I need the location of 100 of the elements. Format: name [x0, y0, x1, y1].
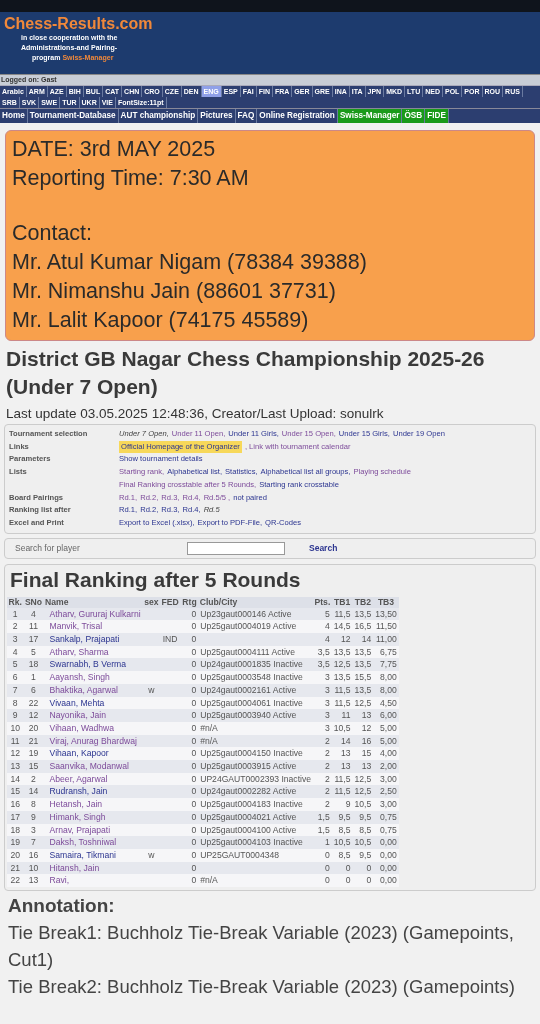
table-cell: 17 — [28, 634, 39, 645]
table-cell: 8 — [31, 799, 36, 810]
table-cell: 9,5 — [338, 811, 351, 822]
table-cell: 0 — [325, 850, 330, 860]
table-cell: 1 — [325, 837, 330, 848]
table-cell: #n/A — [200, 722, 218, 733]
table-cell: 10 — [10, 722, 20, 733]
table-cell: 21 — [10, 862, 20, 873]
table-cell: 12 — [340, 634, 351, 645]
table-cell: 0 — [325, 862, 330, 873]
table-cell: 3 — [325, 672, 330, 683]
table-cell: 0,00 — [380, 862, 397, 873]
ranking-title: Final Ranking after 5 Rounds — [10, 566, 302, 593]
table-cell: 0 — [191, 761, 197, 772]
table-cell: 20 — [28, 722, 39, 733]
table-cell: 14 — [28, 786, 39, 797]
table-cell: 4,00 — [380, 748, 397, 759]
contact-text: Mr. Lalit Kapoor (74175 45589) — [12, 307, 310, 334]
table-cell: 16 — [361, 735, 372, 746]
table-cell: 11,5 — [334, 773, 351, 784]
table-cell: 13 — [10, 761, 20, 772]
table-cell: 13 — [361, 710, 372, 721]
table-cell: 1,5 — [317, 824, 330, 835]
table-cell: 8 — [12, 697, 18, 708]
table-cell: 2 — [12, 621, 18, 632]
table-cell: 13 — [361, 761, 372, 772]
table-cell: 0 — [191, 786, 197, 797]
nav-link[interactable]: FIDE — [425, 109, 449, 123]
table-cell: 0 — [191, 850, 197, 860]
table-cell: 13,50 — [375, 608, 397, 619]
table-cell: w — [148, 684, 155, 695]
table-cell: 15 — [10, 786, 20, 797]
column-header: SNo — [23, 596, 44, 608]
table-cell: 2 — [325, 773, 330, 784]
table-cell: 13 — [340, 761, 351, 772]
search-field[interactable] — [187, 541, 285, 555]
table-cell: 5,00 — [380, 722, 397, 733]
column-header: TB3 — [373, 596, 399, 608]
table-cell: 9,5 — [359, 811, 372, 822]
table-cell: 4 — [12, 646, 18, 657]
nav-link[interactable]: Swiss-Manager — [337, 109, 403, 123]
table-cell: 17 — [10, 811, 20, 822]
table-cell: 0 — [191, 621, 197, 632]
table-cell: 12,5 — [354, 697, 372, 708]
player-link[interactable]: Ravi, — [49, 875, 70, 886]
table-cell: 22 — [10, 875, 20, 886]
nav-link[interactable]: Pictures — [198, 109, 236, 123]
column-header: Pts. — [313, 596, 332, 608]
table-cell: 4 — [325, 634, 330, 645]
nav-link[interactable]: Tournament-Database — [27, 109, 119, 123]
table-cell: 10,5 — [354, 799, 372, 810]
table-cell: 0 — [191, 837, 197, 848]
table-cell: 10,5 — [333, 837, 351, 848]
contact-text: Mr. Atul Kumar Nigam (78384 39388) — [12, 249, 368, 276]
table-cell: 9 — [345, 799, 351, 810]
table-cell: 8,5 — [359, 824, 372, 835]
nav-link[interactable]: Home — [0, 109, 28, 123]
table-cell: 0 — [345, 875, 351, 886]
table-cell: 13,5 — [354, 608, 372, 619]
table-cell: 8,5 — [338, 824, 351, 835]
table-cell: 0,00 — [380, 837, 397, 848]
table-cell: 19 — [10, 837, 20, 848]
table-cell: 18 — [10, 824, 20, 835]
column-header: TB2 — [352, 596, 374, 608]
search-button[interactable]: Search — [309, 543, 338, 554]
table-cell: 12,5 — [333, 659, 351, 670]
table-cell: 0 — [191, 824, 197, 835]
table-cell: 0 — [191, 875, 197, 886]
table-cell: 16,5 — [354, 621, 372, 632]
site-logo[interactable]: Chess-Results.com — [4, 15, 153, 32]
table-cell: Up23gaut000146 Active — [200, 608, 292, 619]
table-cell: 18 — [28, 659, 39, 670]
column-header: Name — [43, 596, 143, 608]
table-cell: 0 — [191, 710, 197, 721]
table-cell: 4,50 — [380, 697, 397, 708]
table-cell: 0,75 — [380, 824, 397, 835]
nav-link[interactable]: Online Registration — [257, 109, 338, 123]
table-cell: 14 — [361, 634, 372, 645]
annotation-title: Annotation: — [8, 894, 116, 919]
table-cell: 14 — [340, 735, 351, 746]
table-cell: Up24gaut0001835 Inactive — [200, 659, 303, 670]
table-cell: Up25gaut0004183 Inactive — [200, 799, 303, 810]
table-cell: 0 — [325, 875, 330, 886]
table-cell: 13 — [340, 748, 351, 759]
table-cell: 11 — [29, 621, 38, 632]
table-cell: Up25gaut0003940 Active — [200, 710, 297, 721]
notice-text: Reporting Time: 7:30 AM — [12, 165, 250, 192]
table-cell: Up24gaut0002282 Active — [200, 786, 297, 797]
annotation-text: Tie Break1: Buchholz Tie-Break Variable (2023) (Gamepoints, Cut1) — [8, 921, 515, 973]
table-cell: 9,5 — [359, 850, 372, 860]
table-cell: 0 — [191, 659, 197, 670]
table-cell: 3 — [325, 710, 330, 721]
table-cell: 1 — [12, 608, 18, 619]
nav-link[interactable]: AUT championship — [118, 109, 199, 123]
table-cell: 15 — [28, 761, 39, 772]
table-cell: 2 — [325, 799, 330, 810]
nav-link[interactable]: ÖSB — [402, 109, 426, 123]
table-cell: 8,5 — [338, 850, 351, 860]
nav-link[interactable]: FAQ — [235, 109, 258, 123]
table-cell: 0 — [345, 862, 351, 873]
